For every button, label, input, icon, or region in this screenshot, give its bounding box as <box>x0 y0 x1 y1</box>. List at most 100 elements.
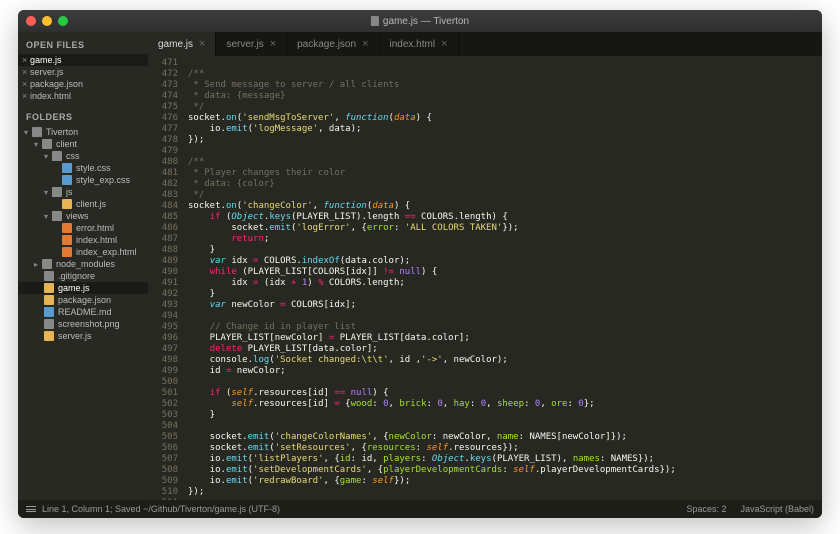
editor-area: game.js×server.js×package.json×index.htm… <box>148 32 822 500</box>
js-file-icon <box>44 283 54 293</box>
image-file-icon <box>44 319 54 329</box>
open-file-item[interactable]: ×game.js <box>18 54 148 66</box>
folder-icon <box>52 151 62 161</box>
title-text: game.js — Tiverton <box>383 16 469 27</box>
folder-js[interactable]: ▾js <box>18 186 148 198</box>
file-server-js[interactable]: server.js <box>18 330 148 342</box>
folder-label: css <box>66 151 80 161</box>
code-content[interactable]: /** * Send message to server / all clien… <box>184 56 822 500</box>
traffic-lights <box>26 16 68 26</box>
file-label: screenshot.png <box>58 319 120 329</box>
file-label: README.md <box>58 307 112 317</box>
html-file-icon <box>62 223 72 233</box>
status-message: Line 1, Column 1; Saved ~/Github/Tiverto… <box>42 504 280 514</box>
folder-root[interactable]: ▾Tiverton <box>18 126 148 138</box>
tab-label: server.js <box>226 39 263 50</box>
file-label: style.css <box>76 163 111 173</box>
file-screenshot-png[interactable]: screenshot.png <box>18 318 148 330</box>
maximize-button[interactable] <box>58 16 68 26</box>
close-button[interactable] <box>26 16 36 26</box>
md-file-icon <box>44 307 54 317</box>
status-right: Spaces: 2 JavaScript (Babel) <box>686 504 814 514</box>
window-title: game.js — Tiverton <box>371 16 469 27</box>
file-label: .gitignore <box>58 271 95 281</box>
tab[interactable]: server.js × <box>216 32 287 56</box>
open-files-list: ×game.js×server.js×package.json×index.ht… <box>18 54 148 102</box>
window-body: OPEN FILES ×game.js×server.js×package.js… <box>18 32 822 500</box>
json-file-icon <box>44 295 54 305</box>
folder-label: node_modules <box>56 259 115 269</box>
css-file-icon <box>62 163 72 173</box>
file-readme-md[interactable]: README.md <box>18 306 148 318</box>
editor-window: game.js — Tiverton OPEN FILES ×game.js×s… <box>18 10 822 518</box>
file-label: index.html <box>76 235 117 245</box>
file-label: game.js <box>58 283 90 293</box>
file-label: package.json <box>58 295 111 305</box>
code-view: 471 472 473 474 475 476 477 478 479 480 … <box>148 56 822 500</box>
file-icon <box>371 16 379 26</box>
file-label: error.html <box>76 223 114 233</box>
close-file-icon[interactable]: × <box>22 55 30 65</box>
tab[interactable]: game.js × <box>148 32 216 56</box>
folders-header: FOLDERS <box>18 108 148 126</box>
tab-row: game.js×server.js×package.json×index.htm… <box>148 32 822 56</box>
open-file-item[interactable]: ×index.html <box>18 90 148 102</box>
folder-icon <box>52 211 62 221</box>
folder-label: Tiverton <box>46 127 78 137</box>
open-file-label: index.html <box>30 91 71 101</box>
tab-close-icon[interactable]: × <box>270 38 276 50</box>
folder-icon <box>42 259 52 269</box>
tab-label: index.html <box>390 39 436 50</box>
open-files-header: OPEN FILES <box>18 36 148 54</box>
tab-close-icon[interactable]: × <box>362 38 368 50</box>
file-label: server.js <box>58 331 92 341</box>
folder-views[interactable]: ▾views <box>18 210 148 222</box>
file-label: style_exp.css <box>76 175 130 185</box>
close-file-icon[interactable]: × <box>22 91 30 101</box>
file-index-html[interactable]: index.html <box>18 234 148 246</box>
file-error-html[interactable]: error.html <box>18 222 148 234</box>
folder-icon <box>32 127 42 137</box>
file-gitignore[interactable]: .gitignore <box>18 270 148 282</box>
open-file-item[interactable]: ×server.js <box>18 66 148 78</box>
file-client-js[interactable]: client.js <box>18 198 148 210</box>
sidebar: OPEN FILES ×game.js×server.js×package.js… <box>18 32 148 500</box>
tab-label: game.js <box>158 39 193 50</box>
open-file-label: game.js <box>30 55 62 65</box>
folder-node-modules[interactable]: ▸node_modules <box>18 258 148 270</box>
tab[interactable]: index.html × <box>380 32 459 56</box>
folder-label: js <box>66 187 73 197</box>
folder-label: client <box>56 139 77 149</box>
file-style-css[interactable]: style.css <box>18 162 148 174</box>
file-index-exp-html[interactable]: index_exp.html <box>18 246 148 258</box>
folder-label: views <box>66 211 89 221</box>
file-label: client.js <box>76 199 106 209</box>
html-file-icon <box>62 247 72 257</box>
file-game-js[interactable]: game.js <box>18 282 148 294</box>
open-file-label: server.js <box>30 67 64 77</box>
folder-icon <box>42 139 52 149</box>
file-style-exp-css[interactable]: style_exp.css <box>18 174 148 186</box>
folder-client[interactable]: ▾client <box>18 138 148 150</box>
js-file-icon <box>44 331 54 341</box>
css-file-icon <box>62 175 72 185</box>
js-file-icon <box>62 199 72 209</box>
statusbar: Line 1, Column 1; Saved ~/Github/Tiverto… <box>18 500 822 518</box>
menu-icon[interactable] <box>26 506 36 512</box>
close-file-icon[interactable]: × <box>22 79 30 89</box>
folder-icon <box>52 187 62 197</box>
tab-close-icon[interactable]: × <box>199 38 205 50</box>
tab[interactable]: package.json × <box>287 32 379 56</box>
file-label: index_exp.html <box>76 247 137 257</box>
tab-label: package.json <box>297 39 356 50</box>
minimize-button[interactable] <box>42 16 52 26</box>
status-left: Line 1, Column 1; Saved ~/Github/Tiverto… <box>26 504 280 514</box>
syntax-setting[interactable]: JavaScript (Babel) <box>740 504 814 514</box>
tab-close-icon[interactable]: × <box>441 38 447 50</box>
file-package-json[interactable]: package.json <box>18 294 148 306</box>
indentation-setting[interactable]: Spaces: 2 <box>686 504 726 514</box>
close-file-icon[interactable]: × <box>22 67 30 77</box>
titlebar[interactable]: game.js — Tiverton <box>18 10 822 32</box>
folder-css[interactable]: ▾css <box>18 150 148 162</box>
open-file-item[interactable]: ×package.json <box>18 78 148 90</box>
